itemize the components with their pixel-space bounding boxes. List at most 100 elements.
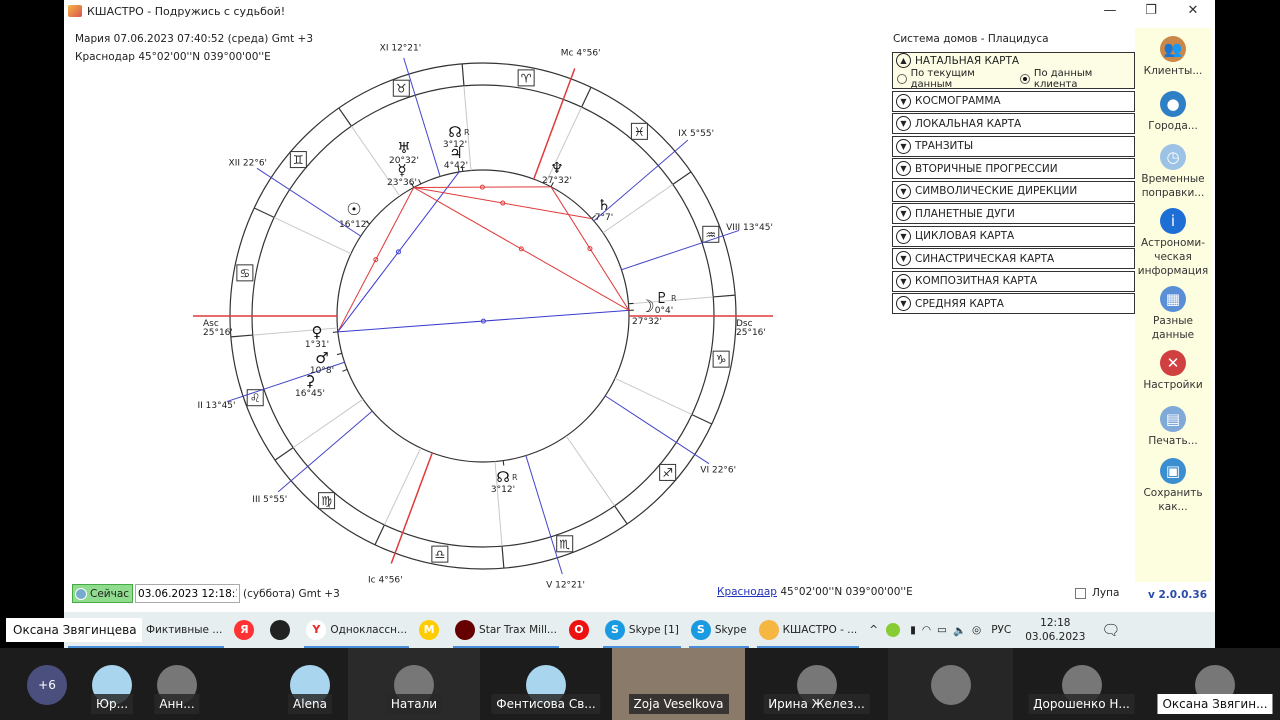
participant-tile[interactable]: Alena (270, 648, 350, 720)
notification-icon[interactable]: 🗨 (1101, 621, 1120, 639)
taskbar-item[interactable]: M (413, 612, 449, 648)
planet-tick (461, 166, 464, 172)
planet-tick (342, 368, 348, 372)
volume-icon[interactable]: 🔈 (953, 624, 966, 637)
battery-icon[interactable]: ▭ (937, 624, 947, 636)
taskbar-item[interactable] (264, 612, 300, 648)
participants-strip: +6 Юр... Анн... Alena Натали Фентисова Св... Z… (0, 648, 1280, 720)
aspect-line (337, 309, 629, 333)
sign-boundary-tick (713, 294, 736, 298)
participant-tile[interactable]: Анн... (142, 648, 212, 720)
house-degree: 25°16' (736, 328, 766, 338)
retrograde-mark: R (671, 294, 677, 303)
taskbar-item[interactable]: O (563, 612, 599, 648)
kshastro-icon (758, 620, 779, 640)
planet-glyph-venus: ♀ (312, 323, 323, 341)
sign-boundary-tick (274, 447, 294, 461)
more-participants-badge[interactable]: +6 (27, 665, 67, 705)
zodiac-sign-glyph: ♈ (521, 71, 532, 85)
planet-degree: 20°32' (389, 156, 419, 166)
sign-boundary-tick (614, 505, 628, 525)
clock[interactable]: 12:18 03.06.2023 (1025, 616, 1085, 644)
sign-boundary-tick (691, 414, 713, 425)
planet-glyph-moon: ☽ (639, 297, 654, 317)
microphone-icon[interactable]: ▮ (910, 624, 916, 636)
participant-tooltip: Оксана Звягинцева (6, 618, 142, 642)
planet-tick (502, 460, 505, 466)
planet-glyph-uranus: ♅ (397, 139, 410, 157)
house-label: III 5°55' (252, 495, 287, 505)
taskbar-label: Star Trax Mill... (479, 624, 557, 636)
participant-name: Zoja Veselkova (628, 694, 729, 714)
house-cusp-line (604, 395, 710, 465)
retrograde-mark: R (464, 128, 470, 137)
skype-icon: S (604, 620, 625, 640)
planet-degree: 0°4' (655, 306, 673, 316)
sign-boundary-tick (338, 107, 352, 127)
planet-degree: 27°32' (542, 176, 572, 186)
planet-degree: 4°42' (444, 161, 468, 171)
taskbar: Фиктивные ... Я Y Одноклассн... M Star Trax M… (64, 612, 1215, 648)
participant-tile[interactable]: Дорошенко Н... (1013, 648, 1150, 720)
startrax-icon (455, 620, 476, 640)
house-label: XI 12°21' (380, 43, 422, 53)
avatar (930, 665, 971, 705)
aspect-line (337, 171, 460, 333)
sign-boundary-line (292, 398, 364, 449)
participant-tile[interactable]: Натали (348, 648, 480, 720)
participant-tile[interactable]: Юр... (72, 648, 152, 720)
house-cusp-line (525, 455, 563, 575)
zodiac-sign-glyph: ♍ (321, 494, 332, 508)
participant-tile[interactable]: Оксана Звягин... (1150, 648, 1280, 720)
wifi-icon[interactable]: ◠ (922, 624, 931, 636)
house-degree: 25°16' (203, 328, 233, 338)
sign-boundary-tick (461, 63, 465, 86)
obs-icon (270, 620, 291, 640)
participant-name: Анн... (154, 694, 200, 714)
planet-tick (336, 352, 342, 356)
sign-boundary-tick (374, 524, 385, 546)
planet-glyph-ceres: ⚳ (305, 372, 316, 390)
sign-boundary-tick (672, 171, 692, 185)
participant-tile[interactable]: Zoja Veselkova (612, 648, 745, 720)
planet-glyph-pluto: ♇ (655, 289, 668, 307)
participant-name: Дорошенко Н... (1028, 694, 1135, 714)
retrograde-mark: R (512, 473, 518, 482)
zodiac-sign-glyph: ♎ (434, 548, 445, 562)
participant-tile[interactable]: Ирина Желез... (745, 648, 888, 720)
planet-degree: 16°45' (295, 389, 325, 399)
participant-name: Ирина Желез... (763, 694, 870, 714)
taskbar-item[interactable]: S Skype [1] (599, 612, 685, 648)
taskbar-item[interactable]: S Skype (685, 612, 753, 648)
zodiac-sign-glyph: ♓ (634, 125, 645, 139)
camera-icon[interactable]: ◎ (972, 624, 981, 636)
planet-degree: 7°7' (595, 213, 613, 223)
zodiac-sign-glyph: ♉ (396, 82, 407, 96)
taskbar-item[interactable]: Star Trax Mill... (449, 612, 563, 648)
sign-boundary-line (252, 327, 338, 336)
participant-name: Alena (288, 694, 332, 714)
language-indicator[interactable]: РУС (991, 624, 1011, 636)
participant-tile[interactable]: +6 (27, 648, 67, 720)
zodiac-sign-glyph: ♐ (662, 466, 673, 480)
sign-boundary-line (614, 377, 693, 416)
taskbar-label: Skype [1] (628, 624, 679, 636)
planet-glyph-sun: ☉ (346, 200, 361, 220)
app-yellow-icon: M (419, 620, 440, 640)
sign-boundary-line (602, 183, 674, 234)
sign-boundary-tick (501, 546, 505, 569)
participant-tile[interactable]: Фентисова Св... (480, 648, 612, 720)
house-label: IX 5°55' (678, 129, 714, 139)
sign-boundary-line (565, 435, 616, 507)
taskbar-item[interactable]: Я (228, 612, 264, 648)
participant-tile[interactable] (888, 648, 1013, 720)
planet-degree: 27°32' (632, 317, 662, 327)
chevron-up-icon[interactable]: ^ (869, 624, 878, 636)
system-tray: ^ ▮ ◠ ▭ 🔈 ◎ РУС 12:18 03.06.2023 🗨 (863, 612, 1126, 648)
zodiac-sign-glyph: ♋ (239, 266, 250, 280)
taskbar-label: Skype (714, 624, 747, 636)
taskbar-item[interactable]: Y Одноклассн... (300, 612, 413, 648)
taskbar-item[interactable]: КШАСТРО - ... (753, 612, 864, 648)
tray-app-icon[interactable] (886, 623, 901, 637)
aspect-line (550, 186, 630, 311)
